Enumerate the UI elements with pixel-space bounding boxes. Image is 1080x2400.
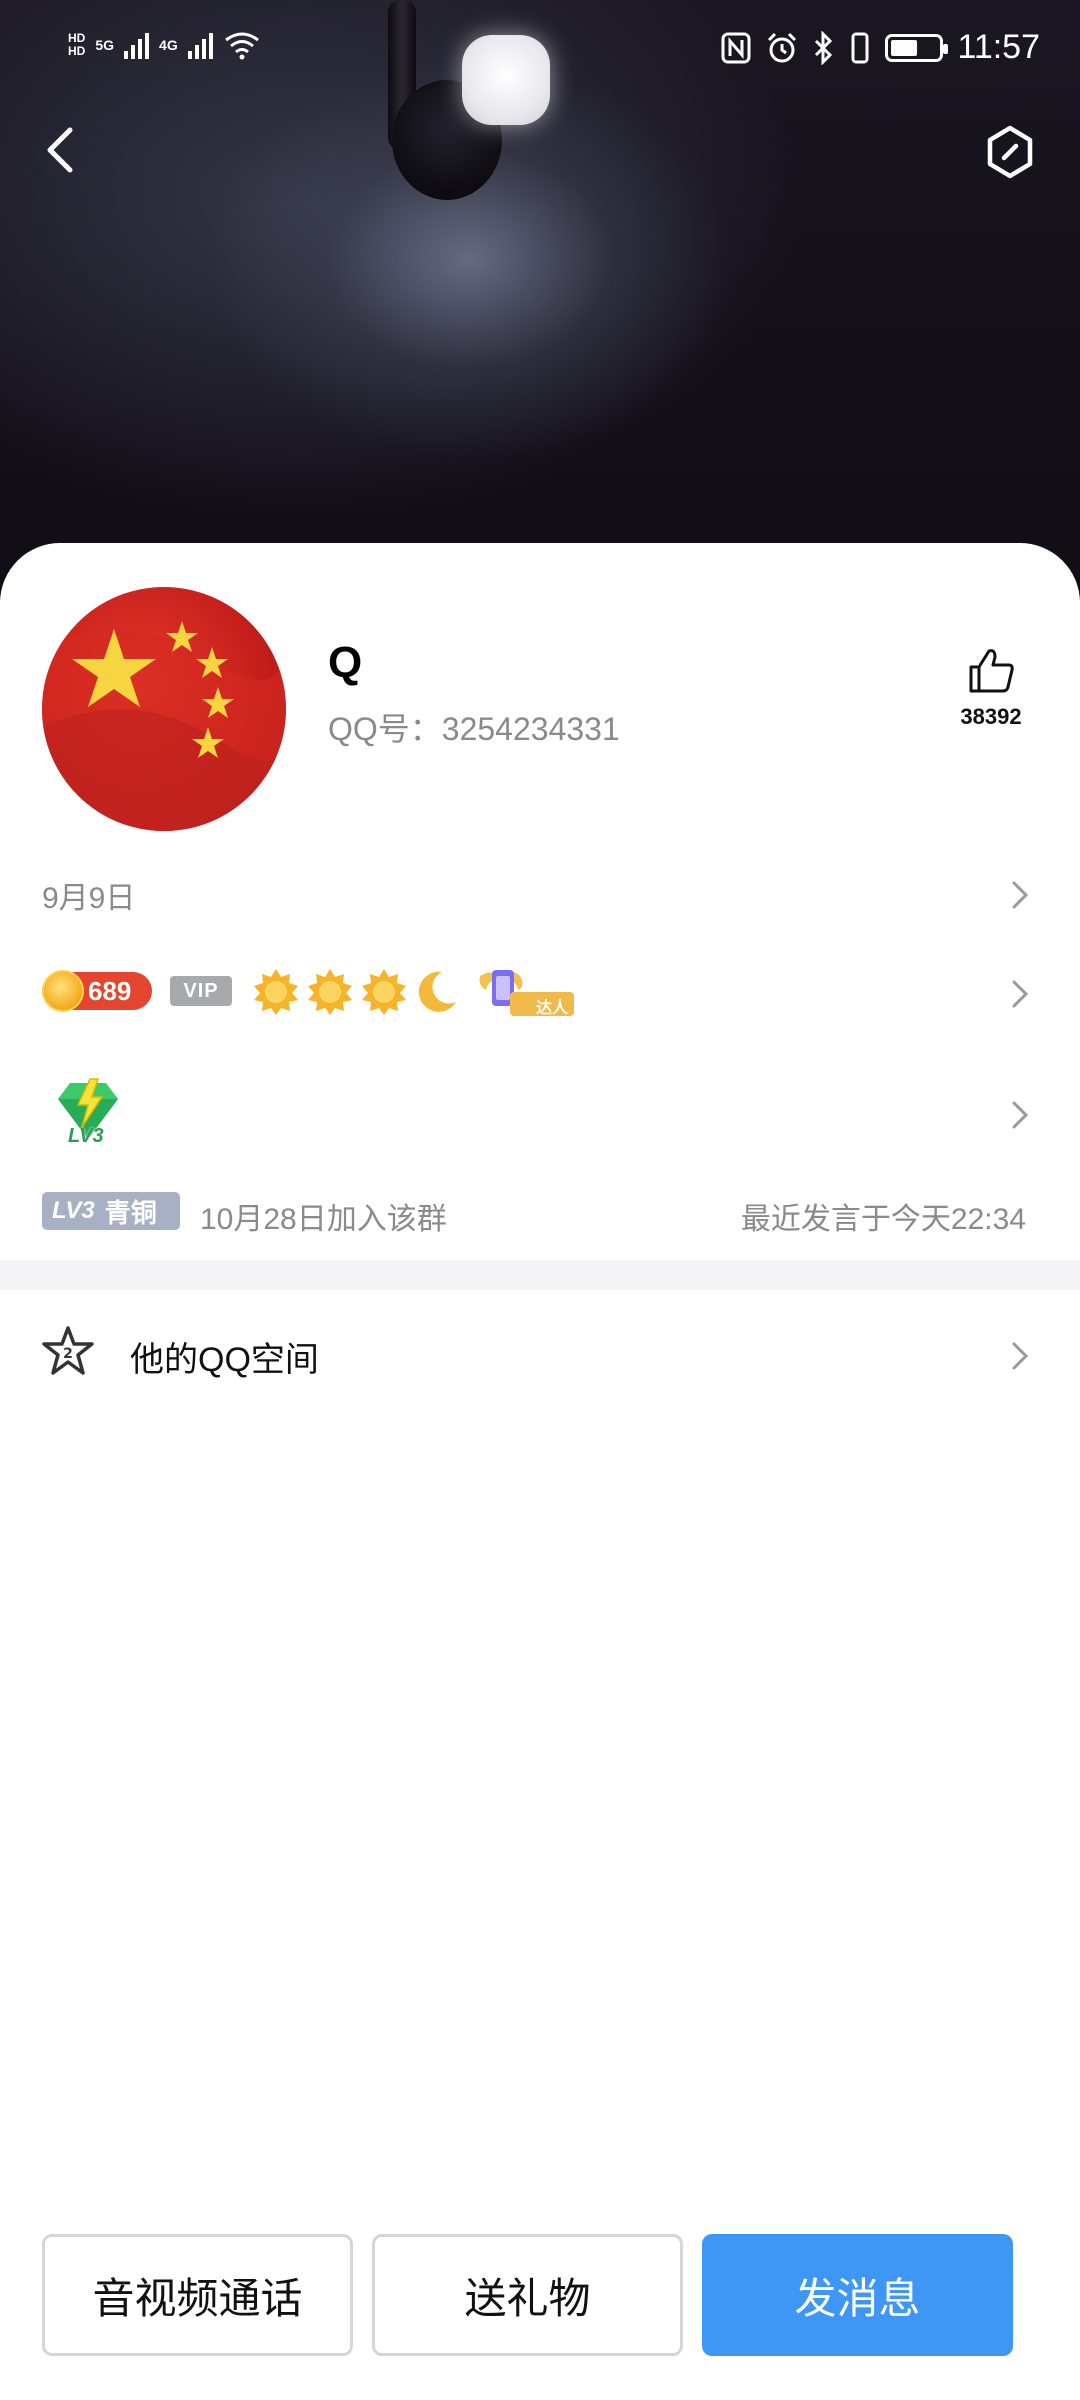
thumbs-up-icon [969, 649, 1014, 693]
avatar[interactable] [42, 587, 286, 831]
vibrate-icon [851, 32, 869, 63]
coin-count: 689 [88, 975, 132, 1006]
group-level-tag: LV3 青铜 [42, 1192, 180, 1230]
qzone-star-icon: 2 [42, 1326, 94, 1375]
chevron-right-icon [1012, 980, 1029, 1008]
group-level-name: 青铜 [104, 1197, 157, 1228]
qzone-row[interactable]: 2 他的QQ空间 [0, 1320, 1080, 1400]
nfc-icon [721, 32, 751, 63]
hd-icon: HD HD [68, 31, 86, 58]
level-gem-label: LV3 [68, 1125, 104, 1147]
bluetooth-icon [815, 30, 833, 65]
badges-row[interactable]: 689 VIP 达人 [0, 960, 1080, 1030]
status-time: 11:57 [957, 28, 1040, 66]
status-bar: HD HD 5G 4G 11:57 [0, 0, 1080, 100]
coin-badge: 689 [42, 970, 152, 1012]
group-info-row: LV3 青铜 10月28日加入该群 最近发言于今天22:34 [0, 1188, 1080, 1238]
wifi-icon [224, 32, 259, 60]
voice-video-call-button[interactable]: 音视频通话 [42, 2234, 353, 2356]
flag-avatar-image [42, 621, 286, 831]
chevron-right-icon [1012, 1101, 1029, 1129]
qq-number[interactable]: QQ号：3254234331 [328, 704, 620, 750]
status-left: HD HD 5G 4G [68, 30, 261, 60]
signal-icon-2 [187, 31, 213, 59]
coin-icon [42, 970, 84, 1012]
section-divider [0, 1260, 1080, 1290]
birthday-text: 9月9日 [42, 882, 136, 915]
status-right: 11:57 [721, 28, 1040, 67]
group-level-prefix: LV3 [52, 1197, 95, 1224]
battery-fill [891, 39, 918, 56]
moon-level-icon [418, 971, 456, 1012]
daren-label: 达人 [536, 1000, 569, 1017]
profile-name: Q [328, 638, 363, 687]
chevron-right-icon [1012, 1342, 1029, 1370]
network-5g-label: 5G [95, 37, 115, 53]
level-row[interactable]: LV3 [0, 1075, 1080, 1155]
network-4g-label: 4G [159, 37, 178, 53]
join-date-text: 10月28日加入该群 [200, 1203, 447, 1236]
signal-icon [124, 31, 150, 59]
alarm-icon [768, 32, 797, 62]
vip-badge: VIP [170, 976, 232, 1006]
like-count: 38392 [960, 704, 1022, 729]
qzone-label: 他的QQ空间 [130, 1341, 319, 1379]
back-arrow-icon[interactable] [36, 120, 86, 180]
like-button[interactable]: 38392 [950, 645, 1032, 730]
send-message-button[interactable]: 发消息 [702, 2234, 1013, 2356]
chevron-right-icon [1012, 881, 1029, 909]
sun-level-icon [362, 969, 406, 1015]
sun-level-icon [308, 969, 352, 1015]
last-message-text: 最近发言于今天22:34 [740, 1203, 1026, 1236]
settings-hexagon-icon[interactable] [982, 122, 1038, 182]
battery-icon [885, 33, 949, 62]
birthday-row[interactable]: 9月9日 [0, 865, 1080, 925]
qzone-icon-badge: 2 [63, 1346, 73, 1362]
sun-level-icon [254, 969, 298, 1015]
send-gift-button[interactable]: 送礼物 [372, 2234, 683, 2356]
